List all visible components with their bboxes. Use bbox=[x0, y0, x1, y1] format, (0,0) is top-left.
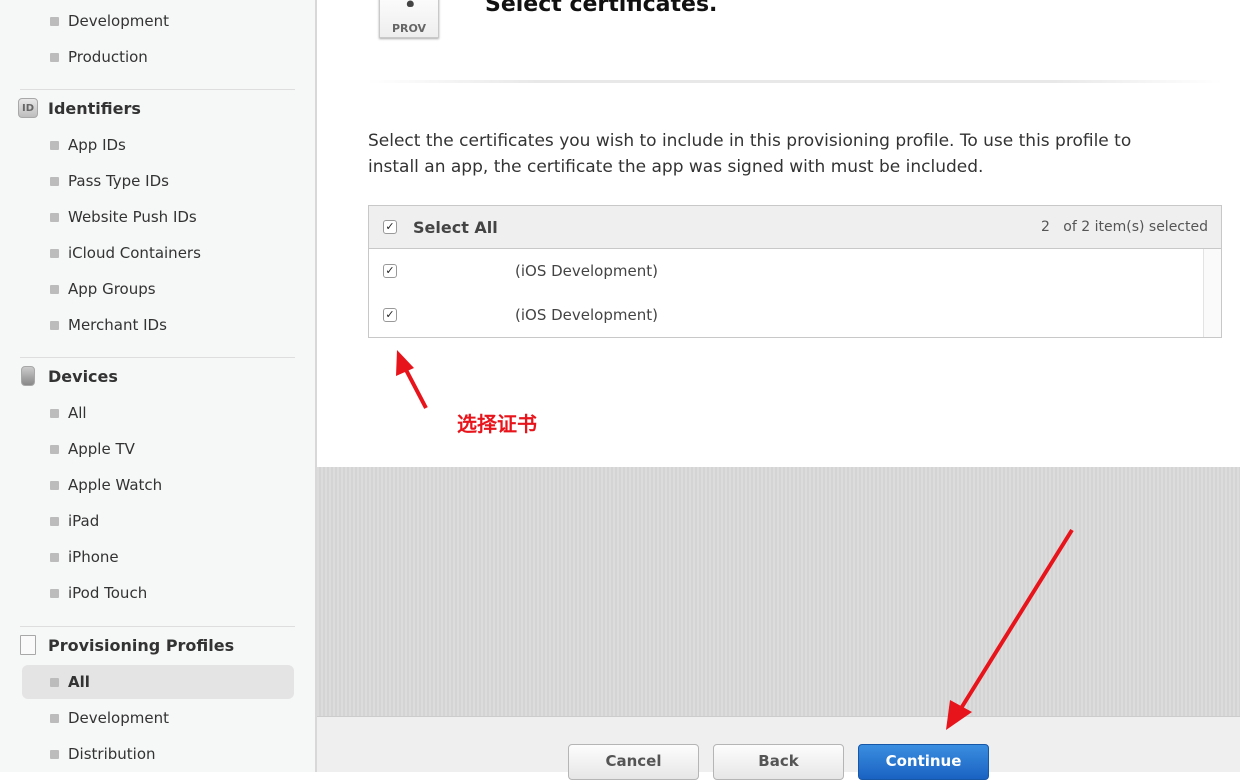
row-checkbox[interactable]: ✓ bbox=[383, 264, 397, 278]
selected-count: 2 of 2 item(s) selected bbox=[1041, 219, 1208, 235]
sidebar-item-website-push-ids[interactable]: Website Push IDs bbox=[22, 200, 294, 234]
sidebar-item-label: Pass Type IDs bbox=[68, 172, 169, 190]
section-title: Provisioning Profiles bbox=[48, 635, 235, 655]
sidebar-item-ipad[interactable]: iPad bbox=[22, 504, 294, 538]
bullet-icon bbox=[50, 17, 59, 26]
back-button[interactable]: Back bbox=[713, 744, 844, 780]
section-devices: Devices bbox=[18, 366, 118, 386]
section-title: Identifiers bbox=[48, 98, 141, 118]
sidebar-item-icloud-containers[interactable]: iCloud Containers bbox=[22, 236, 294, 270]
section-title: Devices bbox=[48, 366, 118, 386]
bullet-icon bbox=[50, 409, 59, 418]
page-title: Select certificates. bbox=[485, 0, 718, 17]
bullet-icon bbox=[50, 678, 59, 687]
certificate-name: (iOS Development) bbox=[515, 262, 658, 280]
sidebar-item-apple-tv[interactable]: Apple TV bbox=[22, 432, 294, 466]
sidebar: Development Production ID Identifiers App… bbox=[0, 0, 317, 772]
sidebar-item-label: All bbox=[68, 404, 87, 422]
sidebar-item-all[interactable]: All bbox=[22, 665, 294, 699]
select-all-label[interactable]: Select All bbox=[413, 218, 498, 237]
count-number: 2 bbox=[1041, 219, 1050, 235]
sidebar-item-label: Merchant IDs bbox=[68, 316, 167, 334]
bullet-icon bbox=[50, 750, 59, 759]
sidebar-item-label: Website Push IDs bbox=[68, 208, 197, 226]
prov-label: PROV bbox=[391, 22, 427, 35]
sidebar-item-label: Distribution bbox=[68, 745, 156, 763]
bullet-icon bbox=[50, 589, 59, 598]
bullet-icon bbox=[50, 445, 59, 454]
description: Select the certificates you wish to incl… bbox=[368, 131, 1132, 177]
sidebar-item-label: iPad bbox=[68, 512, 100, 530]
annotation-text: 选择证书 bbox=[457, 412, 537, 436]
document-icon bbox=[20, 635, 36, 655]
sidebar-item-label: All bbox=[68, 673, 90, 691]
sidebar-item-label: Apple TV bbox=[68, 440, 135, 458]
sidebar-item-label: Apple Watch bbox=[68, 476, 163, 494]
count-suffix: of 2 item(s) selected bbox=[1063, 219, 1208, 235]
bullet-icon bbox=[50, 285, 59, 294]
sidebar-item-label: App IDs bbox=[68, 136, 126, 154]
gear-icon bbox=[396, 0, 424, 7]
table-header: ✓ Select All 2 of 2 item(s) selected bbox=[369, 206, 1221, 249]
scrollbar[interactable] bbox=[1203, 249, 1221, 337]
bullet-icon bbox=[50, 213, 59, 222]
main-content: PROV Select certificates. Select the cer… bbox=[317, 0, 1240, 467]
bullet-icon bbox=[50, 249, 59, 258]
divider bbox=[20, 357, 295, 358]
id-badge-icon: ID bbox=[18, 98, 38, 118]
prov-icon: PROV bbox=[379, 0, 439, 38]
sidebar-item-label: Development bbox=[68, 709, 169, 727]
footer: Cancel Back Continue bbox=[317, 716, 1240, 780]
row-checkbox[interactable]: ✓ bbox=[383, 308, 397, 322]
sidebar-item-app-ids[interactable]: App IDs bbox=[22, 128, 294, 162]
bullet-icon bbox=[50, 714, 59, 723]
cancel-button[interactable]: Cancel bbox=[568, 744, 699, 780]
sidebar-item-label: iPhone bbox=[68, 548, 119, 566]
sidebar-item-label: iCloud Containers bbox=[68, 244, 201, 262]
sidebar-item-certificates-development[interactable]: Development bbox=[22, 4, 294, 38]
sidebar-item-app-groups[interactable]: App Groups bbox=[22, 272, 294, 306]
section-provisioning-profiles: Provisioning Profiles bbox=[18, 635, 234, 655]
bullet-icon bbox=[50, 517, 59, 526]
sidebar-item-iphone[interactable]: iPhone bbox=[22, 540, 294, 574]
divider bbox=[20, 89, 295, 90]
sidebar-item-ipod-touch[interactable]: iPod Touch bbox=[22, 576, 294, 610]
bullet-icon bbox=[50, 553, 59, 562]
sidebar-item-pass-type-ids[interactable]: Pass Type IDs bbox=[22, 164, 294, 198]
bullet-icon bbox=[50, 141, 59, 150]
sidebar-item-label: iPod Touch bbox=[68, 584, 148, 602]
sidebar-item-development[interactable]: Development bbox=[22, 701, 294, 735]
sidebar-item-all[interactable]: All bbox=[22, 396, 294, 430]
divider bbox=[367, 80, 1223, 83]
sidebar-item-label: App Groups bbox=[68, 280, 156, 298]
sidebar-item-merchant-ids[interactable]: Merchant IDs bbox=[22, 308, 294, 342]
section-identifiers: ID Identifiers bbox=[18, 98, 141, 118]
sidebar-item-label: Development bbox=[68, 12, 169, 30]
bullet-icon bbox=[50, 53, 59, 62]
background-texture bbox=[317, 467, 1240, 717]
bullet-icon bbox=[50, 177, 59, 186]
sidebar-item-label: Production bbox=[68, 48, 148, 66]
table-row[interactable]: ✓ (iOS Development) bbox=[369, 293, 1201, 337]
table-row[interactable]: ✓ (iOS Development) bbox=[369, 249, 1201, 293]
bullet-icon bbox=[50, 481, 59, 490]
sidebar-item-distribution[interactable]: Distribution bbox=[22, 737, 294, 771]
bullet-icon bbox=[50, 321, 59, 330]
continue-button[interactable]: Continue bbox=[858, 744, 989, 780]
certificate-name: (iOS Development) bbox=[515, 306, 658, 324]
sidebar-item-certificates-production[interactable]: Production bbox=[22, 40, 294, 74]
divider bbox=[20, 626, 295, 627]
sidebar-item-apple-watch[interactable]: Apple Watch bbox=[22, 468, 294, 502]
device-icon bbox=[21, 366, 35, 386]
certificates-table: ✓ Select All 2 of 2 item(s) selected ✓ (i… bbox=[368, 205, 1222, 338]
select-all-checkbox[interactable]: ✓ bbox=[383, 220, 397, 234]
